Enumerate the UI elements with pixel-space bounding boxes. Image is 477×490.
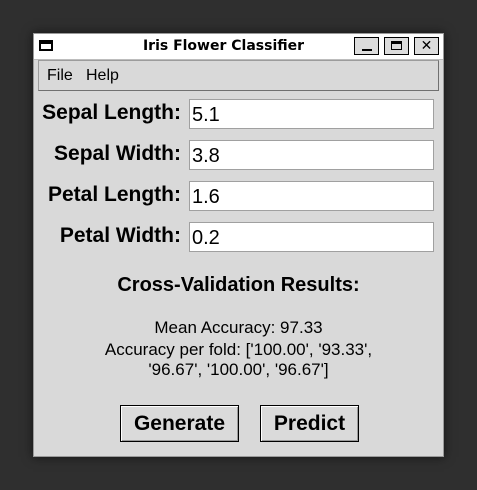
sepal-length-input[interactable]	[189, 99, 434, 129]
predict-button[interactable]: Predict	[260, 405, 359, 442]
mean-accuracy-text: Mean Accuracy: 97.33	[154, 318, 323, 337]
window-title: Iris Flower Classifier	[142, 38, 305, 54]
minimize-button[interactable]	[354, 37, 379, 55]
per-fold-accuracy-line2: '96.67', '100.00', '96.67']	[148, 360, 329, 379]
per-fold-accuracy-line1: Accuracy per fold: ['100.00', '93.33',	[104, 340, 373, 359]
petal-length-input[interactable]	[189, 181, 434, 211]
close-icon: ✕	[420, 38, 433, 54]
results-title: Cross-Validation Results:	[117, 274, 360, 296]
petal-width-label: Petal Width:	[59, 224, 181, 247]
window-menu-icon[interactable]	[39, 40, 53, 51]
sepal-width-input[interactable]	[189, 140, 434, 170]
sepal-width-label: Sepal Width:	[54, 142, 181, 165]
sepal-length-label: Sepal Length:	[42, 101, 181, 124]
petal-width-input[interactable]	[189, 222, 434, 252]
generate-button[interactable]: Generate	[120, 405, 239, 442]
menu-bar: File Help	[38, 60, 439, 91]
petal-length-label: Petal Length:	[47, 183, 181, 206]
close-button[interactable]: ✕	[414, 37, 439, 55]
title-bar[interactable]: Iris Flower Classifier ✕	[34, 34, 443, 60]
menu-help[interactable]: Help	[86, 67, 119, 85]
app-window: Iris Flower Classifier ✕ File Help Sepal…	[33, 33, 444, 457]
maximize-button[interactable]	[384, 37, 409, 55]
menu-file[interactable]: File	[47, 67, 73, 85]
